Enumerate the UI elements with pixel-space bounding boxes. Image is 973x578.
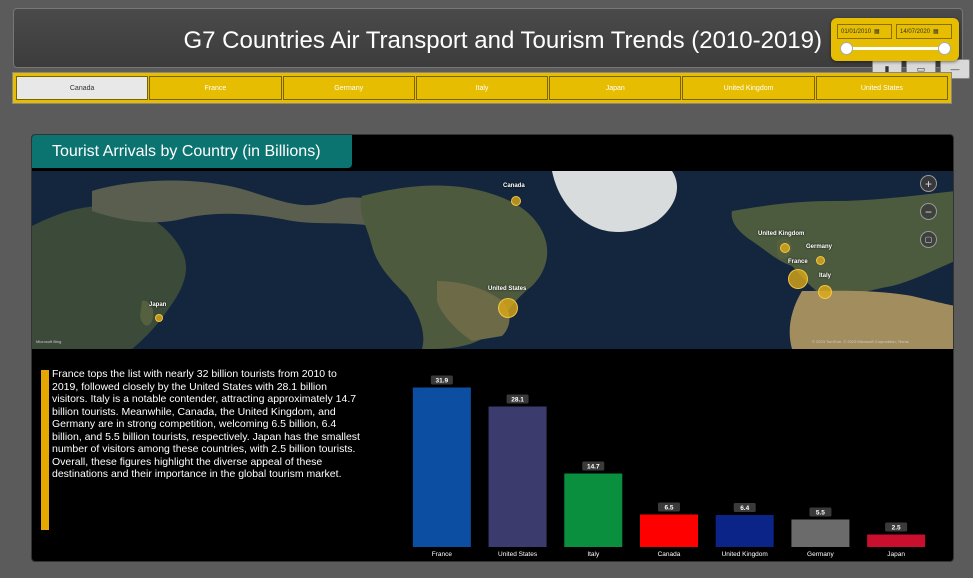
- description-text: France tops the list with nearly 32 bill…: [52, 368, 361, 481]
- map-style-button[interactable]: ▢: [920, 231, 937, 248]
- map-label-france: France: [788, 259, 808, 265]
- data-label-france: 31.9: [436, 378, 449, 385]
- calendar-icon: ▦: [933, 29, 939, 35]
- country-tabs: Canada France Germany Italy Japan United King…: [12, 72, 952, 104]
- date-slider-end-handle[interactable]: [937, 42, 951, 55]
- end-date-value: 14/07/2020: [900, 29, 931, 35]
- bubble-japan[interactable]: [155, 314, 163, 322]
- map-style-icon: ▢: [924, 235, 933, 244]
- x-tick-label-united-states: United States: [498, 551, 538, 558]
- data-label-italy: 14.7: [587, 464, 600, 471]
- bar-italy[interactable]: [564, 473, 623, 548]
- map-label-germany: Germany: [806, 244, 833, 250]
- panel-title: Tourist Arrivals by Country (in Billions…: [32, 135, 352, 168]
- bar-united-states[interactable]: [488, 406, 547, 548]
- zoom-in-button[interactable]: +: [920, 175, 937, 192]
- bubble-germany[interactable]: [816, 256, 825, 265]
- start-date-value: 01/01/2010: [841, 29, 872, 35]
- tab-france[interactable]: France: [149, 76, 282, 100]
- map-credit: © 2023 TomTom, © 2023 Microsoft Corporat…: [812, 339, 909, 344]
- calendar-icon: ▦: [874, 29, 880, 35]
- world-map[interactable]: Canada United Kingdom Germany France Ita…: [32, 171, 953, 349]
- data-label-japan: 2.5: [892, 525, 901, 532]
- tab-germany[interactable]: Germany: [282, 76, 415, 100]
- plus-icon: +: [924, 176, 932, 191]
- date-slider-track[interactable]: [846, 47, 944, 50]
- zoom-out-button[interactable]: −: [920, 203, 937, 220]
- data-label-canada: 6.5: [664, 505, 673, 512]
- minus-icon: −: [924, 204, 932, 219]
- map-label-italy: Italy: [819, 273, 832, 279]
- date-slider-start-handle[interactable]: [839, 42, 853, 55]
- bubble-canada[interactable]: [511, 196, 521, 206]
- tab-italy[interactable]: Italy: [415, 76, 549, 100]
- date-range-slicer: 01/01/2010 ▦ 14/07/2020 ▦: [831, 18, 959, 61]
- tab-canada[interactable]: Canada: [16, 76, 149, 100]
- bubble-united-kingdom[interactable]: [780, 243, 790, 253]
- bar-canada[interactable]: [640, 514, 698, 548]
- description-paragraph: France tops the list with nearly 32 bill…: [52, 368, 360, 455]
- bar-france[interactable]: [412, 387, 471, 548]
- bar-germany[interactable]: [791, 519, 850, 548]
- map-label-canada: Canada: [503, 183, 525, 189]
- tourist-arrivals-panel: Tourist Arrivals by Country (in Billions…: [31, 134, 954, 562]
- bubble-united-states[interactable]: [498, 298, 518, 318]
- x-tick-label-canada: Canada: [658, 551, 681, 558]
- x-tick-label-germany: Germany: [807, 551, 834, 558]
- start-date-field[interactable]: 01/01/2010 ▦: [837, 24, 892, 39]
- description-accent-bar: [41, 370, 49, 530]
- bar-japan[interactable]: [867, 534, 926, 548]
- map-logo: Microsoft Bing: [36, 339, 62, 344]
- x-tick-label-italy: Italy: [587, 551, 600, 558]
- tab-united-kingdom[interactable]: United Kingdom: [682, 76, 815, 100]
- page-title: G7 Countries Air Transport and Tourism T…: [183, 27, 822, 54]
- header-bar: G7 Countries Air Transport and Tourism T…: [13, 8, 970, 79]
- map-label-japan: Japan: [149, 302, 167, 308]
- x-tick-label-france: France: [432, 551, 453, 558]
- description-paragraph: Overall, these figures highlight the div…: [52, 455, 342, 481]
- bubble-italy[interactable]: [818, 285, 832, 299]
- tab-japan[interactable]: Japan: [549, 76, 682, 100]
- end-date-field[interactable]: 14/07/2020 ▦: [896, 24, 952, 39]
- map-label-united-states: United States: [488, 286, 527, 292]
- x-tick-label-japan: Japan: [887, 551, 905, 558]
- data-label-germany: 5.5: [816, 510, 825, 517]
- data-label-united-states: 28.1: [511, 397, 524, 404]
- bubble-france[interactable]: [788, 269, 808, 289]
- map-label-united-kingdom: United Kingdom: [758, 231, 805, 237]
- tourist-arrivals-bar-chart: 31.9 France 28.1 United States 14.7 Italy 6.5 C…: [412, 375, 926, 558]
- bar-united-kingdom[interactable]: [715, 515, 774, 547]
- x-tick-label-united-kingdom: United Kingdom: [722, 551, 768, 558]
- tab-united-states[interactable]: United States: [815, 76, 948, 100]
- data-label-united-kingdom: 6.4: [740, 505, 749, 512]
- description-block: France tops the list with nearly 32 bill…: [41, 368, 361, 530]
